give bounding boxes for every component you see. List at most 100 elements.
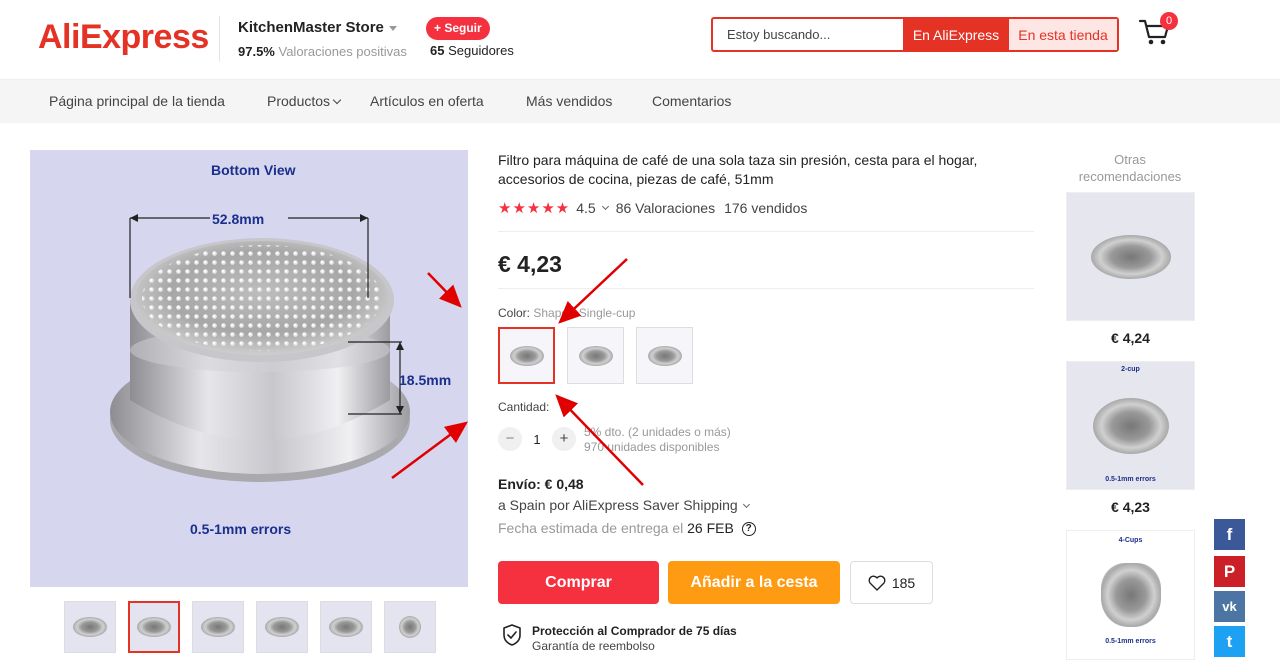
delivery-label: Fecha estimada de entrega el <box>498 520 684 536</box>
buyer-protection: Protección al Comprador de 75 días Garan… <box>502 624 737 654</box>
divider <box>498 231 1034 232</box>
wishlist-count: 185 <box>891 574 916 591</box>
rating-row: ★★★★★ 4.5 86 Valoraciones 176 vendidos <box>498 199 807 217</box>
thumbnail-image <box>399 616 421 638</box>
search-input[interactable] <box>713 19 903 50</box>
recommendation-image-tolerance: 0.5-1mm errors <box>1105 638 1156 645</box>
thumbnail-4[interactable] <box>256 601 308 653</box>
rating-value[interactable]: 4.5 <box>576 200 595 216</box>
quantity-label: Cantidad: <box>498 400 550 414</box>
image-caption-height: 18.5mm <box>399 372 452 388</box>
recommendation-image <box>1090 234 1171 279</box>
swatch-image <box>578 345 613 366</box>
recommendation-image-tolerance: 0.5-1mm errors <box>1105 476 1156 483</box>
store-nav: Página principal de la tienda Productos … <box>0 80 1280 123</box>
main-product-image[interactable]: Bottom View 52.8mm 18.5mm 0.5-1mm errors <box>30 150 468 587</box>
chevron-down-icon <box>742 500 750 509</box>
bulk-discount-text: 5% dto. (2 unidades o más) <box>584 425 731 439</box>
thumbnail-image <box>265 617 299 637</box>
swatch-single-cup[interactable] <box>498 327 555 384</box>
search-store-button[interactable]: En esta tienda <box>1009 19 1117 50</box>
quantity-info: 5% dto. (2 unidades o más) 970 unidades … <box>584 425 731 455</box>
recommendation-image-label: 2-cup <box>1121 366 1140 373</box>
followers-label: Seguidores <box>448 43 514 58</box>
nav-sale-items[interactable]: Artículos en oferta <box>370 93 484 109</box>
store-rating: 97.5% Valoraciones positivas <box>238 44 407 59</box>
thumbnail-image <box>329 617 363 637</box>
recommendation-image-label: 4-Cups <box>1118 537 1143 544</box>
image-caption-tolerance: 0.5-1mm errors <box>190 521 292 537</box>
shipping-cost: Envío: € 0,48 <box>498 476 584 492</box>
color-value: Shape1-Single-cup <box>533 306 636 320</box>
product-title: Filtro para máquina de café de una sola … <box>498 152 978 187</box>
color-label: Color: Shape1-Single-cup <box>498 306 635 320</box>
nav-store-home[interactable]: Página principal de la tienda <box>49 93 225 109</box>
thumbnail-3[interactable] <box>192 601 244 653</box>
thumbnail-image <box>201 617 235 637</box>
nav-reviews[interactable]: Comentarios <box>652 93 731 109</box>
quantity-stepper: − 1 + <box>498 427 576 451</box>
recommendation-item-1[interactable] <box>1066 192 1195 321</box>
quantity-plus-button[interactable]: + <box>552 427 576 451</box>
swatch-option-3[interactable] <box>636 327 693 384</box>
image-caption-view: Bottom View <box>211 162 296 178</box>
followers-count: 65 <box>430 43 445 58</box>
nav-products[interactable]: Productos <box>267 93 342 109</box>
swatch-image <box>509 345 544 366</box>
buy-now-button[interactable]: Comprar <box>498 561 659 604</box>
thumbnail-image <box>137 617 171 637</box>
store-name-link[interactable]: KitchenMaster Store <box>238 19 397 36</box>
add-to-cart-button[interactable]: Añadir a la cesta <box>668 561 840 604</box>
protection-title: Protección al Comprador de 75 días <box>532 624 737 638</box>
vk-share-icon[interactable]: vk <box>1214 591 1245 622</box>
shield-check-icon <box>503 624 521 646</box>
image-thumbnails <box>64 601 436 653</box>
facebook-share-icon[interactable]: f <box>1214 519 1245 550</box>
review-count[interactable]: 86 Valoraciones <box>616 200 715 216</box>
image-caption-diameter: 52.8mm <box>212 211 265 227</box>
recommendation-price-1: € 4,24 <box>1111 330 1150 346</box>
divider <box>498 288 1034 289</box>
twitter-share-icon[interactable]: t <box>1214 626 1245 657</box>
store-rating-label: Valoraciones positivas <box>278 44 407 59</box>
quantity-value[interactable]: 1 <box>522 432 552 447</box>
aliexpress-logo[interactable]: AliExpress <box>38 18 209 57</box>
quantity-minus-button[interactable]: − <box>498 427 522 451</box>
nav-products-label: Productos <box>267 93 331 109</box>
chevron-down-icon <box>332 95 342 105</box>
heart-icon <box>868 575 886 591</box>
recommendation-image <box>1100 563 1161 627</box>
protection-text: Protección al Comprador de 75 días Garan… <box>532 624 737 654</box>
chevron-down-icon <box>601 202 609 211</box>
recommendation-item-2[interactable]: 2-cup 0.5-1mm errors <box>1066 361 1195 490</box>
nav-best-sellers[interactable]: Más vendidos <box>526 93 612 109</box>
followers: 65 Seguidores <box>430 43 514 58</box>
store-rating-pct: 97.5% <box>238 44 275 59</box>
thumbnail-5[interactable] <box>320 601 372 653</box>
search-aliexpress-button[interactable]: En AliExpress <box>903 19 1009 50</box>
thumbnail-6[interactable] <box>384 601 436 653</box>
thumbnail-image <box>73 617 107 637</box>
header-divider <box>219 16 220 62</box>
protection-subtitle: Garantía de reembolso <box>532 639 655 653</box>
product-price: € 4,23 <box>498 251 562 277</box>
help-icon[interactable]: ? <box>741 522 756 537</box>
stock-available-text: 970 unidades disponibles <box>584 440 720 454</box>
recommendation-item-3[interactable]: 4-Cups 0.5-1mm errors <box>1066 530 1195 660</box>
search-bar: En AliExpress En esta tienda <box>711 17 1119 52</box>
swatch-image <box>647 345 682 366</box>
follow-button[interactable]: + Seguir <box>426 17 490 40</box>
recommendation-image <box>1092 397 1169 454</box>
swatch-option-2[interactable] <box>567 327 624 384</box>
thumbnail-1[interactable] <box>64 601 116 653</box>
shipping-method[interactable]: a Spain por AliExpress Saver Shipping <box>498 497 757 513</box>
delivery-estimate: Fecha estimada de entrega el 26 FEB ? <box>498 520 756 537</box>
delivery-date: 26 FEB <box>687 520 734 536</box>
sold-count: 176 vendidos <box>724 200 808 216</box>
thumbnail-2[interactable] <box>128 601 180 653</box>
wishlist-button[interactable]: 185 <box>850 561 933 604</box>
pinterest-share-icon[interactable]: P <box>1214 556 1245 587</box>
store-name-text: KitchenMaster Store <box>238 19 384 36</box>
shipping-method-text: a Spain por AliExpress Saver Shipping <box>498 497 738 513</box>
color-label-text: Color: <box>498 306 531 320</box>
